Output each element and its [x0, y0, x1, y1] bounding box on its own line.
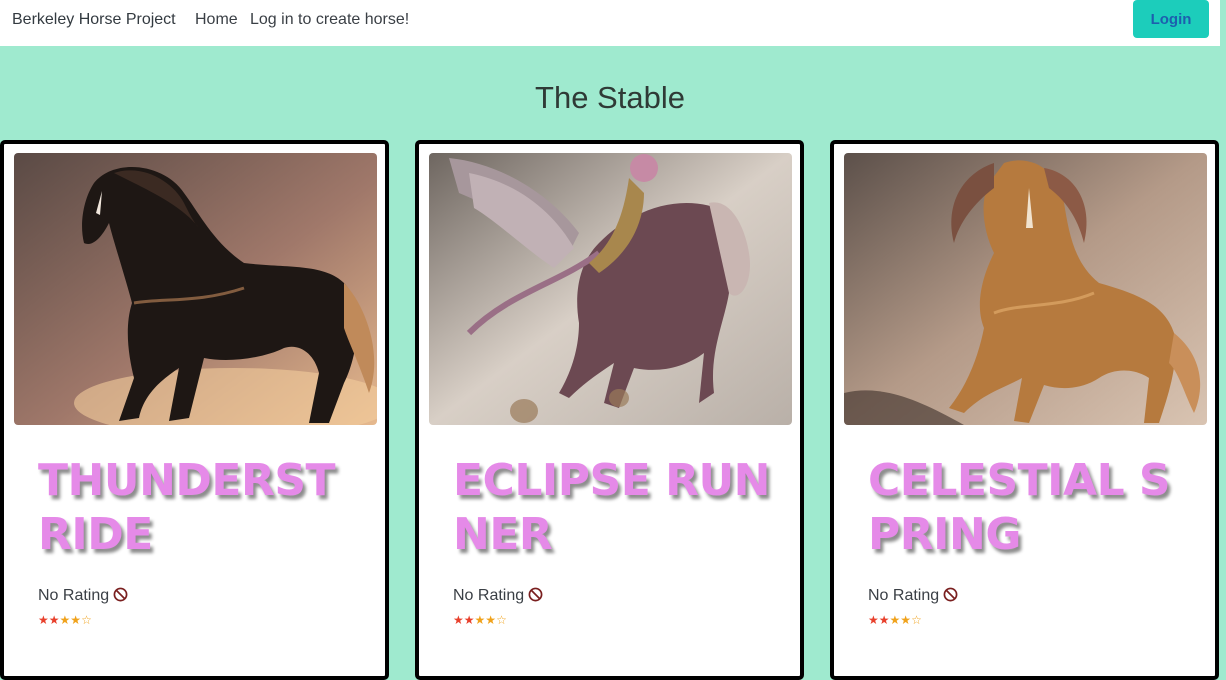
star-icon[interactable]: ★ [900, 613, 911, 627]
rating-label: No Rating [868, 587, 958, 605]
star-empty-icon[interactable]: ☆ [496, 613, 507, 627]
no-entry-icon [943, 587, 958, 602]
horse-image[interactable] [429, 153, 792, 425]
star-icon[interactable]: ★ [475, 613, 486, 627]
star-empty-icon[interactable]: ☆ [911, 613, 922, 627]
star-icon[interactable]: ★ [49, 613, 60, 627]
rating-text: No Rating [38, 587, 110, 604]
rating-text: No Rating [868, 587, 940, 604]
star-empty-icon[interactable]: ☆ [81, 613, 92, 627]
star-rating[interactable]: ★★★★☆ [453, 613, 507, 627]
nav-create-horse-link[interactable]: Log in to create horse! [250, 11, 409, 29]
star-icon[interactable]: ★ [70, 613, 81, 627]
horse-card[interactable]: CELESTIAL SPRING No Rating ★★★★☆ [830, 140, 1219, 680]
star-rating[interactable]: ★★★★☆ [38, 613, 92, 627]
star-icon[interactable]: ★ [38, 613, 49, 627]
star-icon[interactable]: ★ [868, 613, 879, 627]
horse-image-eclipse-runner [429, 153, 792, 425]
nav-home-link[interactable]: Home [195, 11, 238, 29]
navbar: Berkeley Horse Project Home Log in to cr… [0, 0, 1220, 46]
horse-card[interactable]: ECLIPSE RUNNER No Rating ★★★★☆ [415, 140, 804, 680]
login-button[interactable]: Login [1133, 0, 1209, 38]
horse-image[interactable] [14, 153, 377, 425]
horse-card[interactable]: THUNDERSTRIDE No Rating ★★★★☆ [0, 140, 389, 680]
star-icon[interactable]: ★ [464, 613, 475, 627]
horse-name: CELESTIAL SPRING [868, 455, 1171, 560]
brand-link[interactable]: Berkeley Horse Project [12, 11, 176, 29]
horse-image-celestial-spring [844, 153, 1207, 425]
star-icon[interactable]: ★ [60, 613, 71, 627]
star-icon[interactable]: ★ [453, 613, 464, 627]
rating-text: No Rating [453, 587, 525, 604]
star-icon[interactable]: ★ [890, 613, 901, 627]
rating-label: No Rating [38, 587, 128, 605]
horse-image-thunderstride [14, 153, 377, 425]
page-title: The Stable [535, 80, 685, 115]
no-entry-icon [528, 587, 543, 602]
rating-label: No Rating [453, 587, 543, 605]
horse-image[interactable] [844, 153, 1207, 425]
star-icon[interactable]: ★ [485, 613, 496, 627]
horse-name: THUNDERSTRIDE [38, 455, 336, 560]
no-entry-icon [113, 587, 128, 602]
horse-name: ECLIPSE RUNNER [453, 455, 771, 560]
star-icon[interactable]: ★ [879, 613, 890, 627]
star-rating[interactable]: ★★★★☆ [868, 613, 922, 627]
